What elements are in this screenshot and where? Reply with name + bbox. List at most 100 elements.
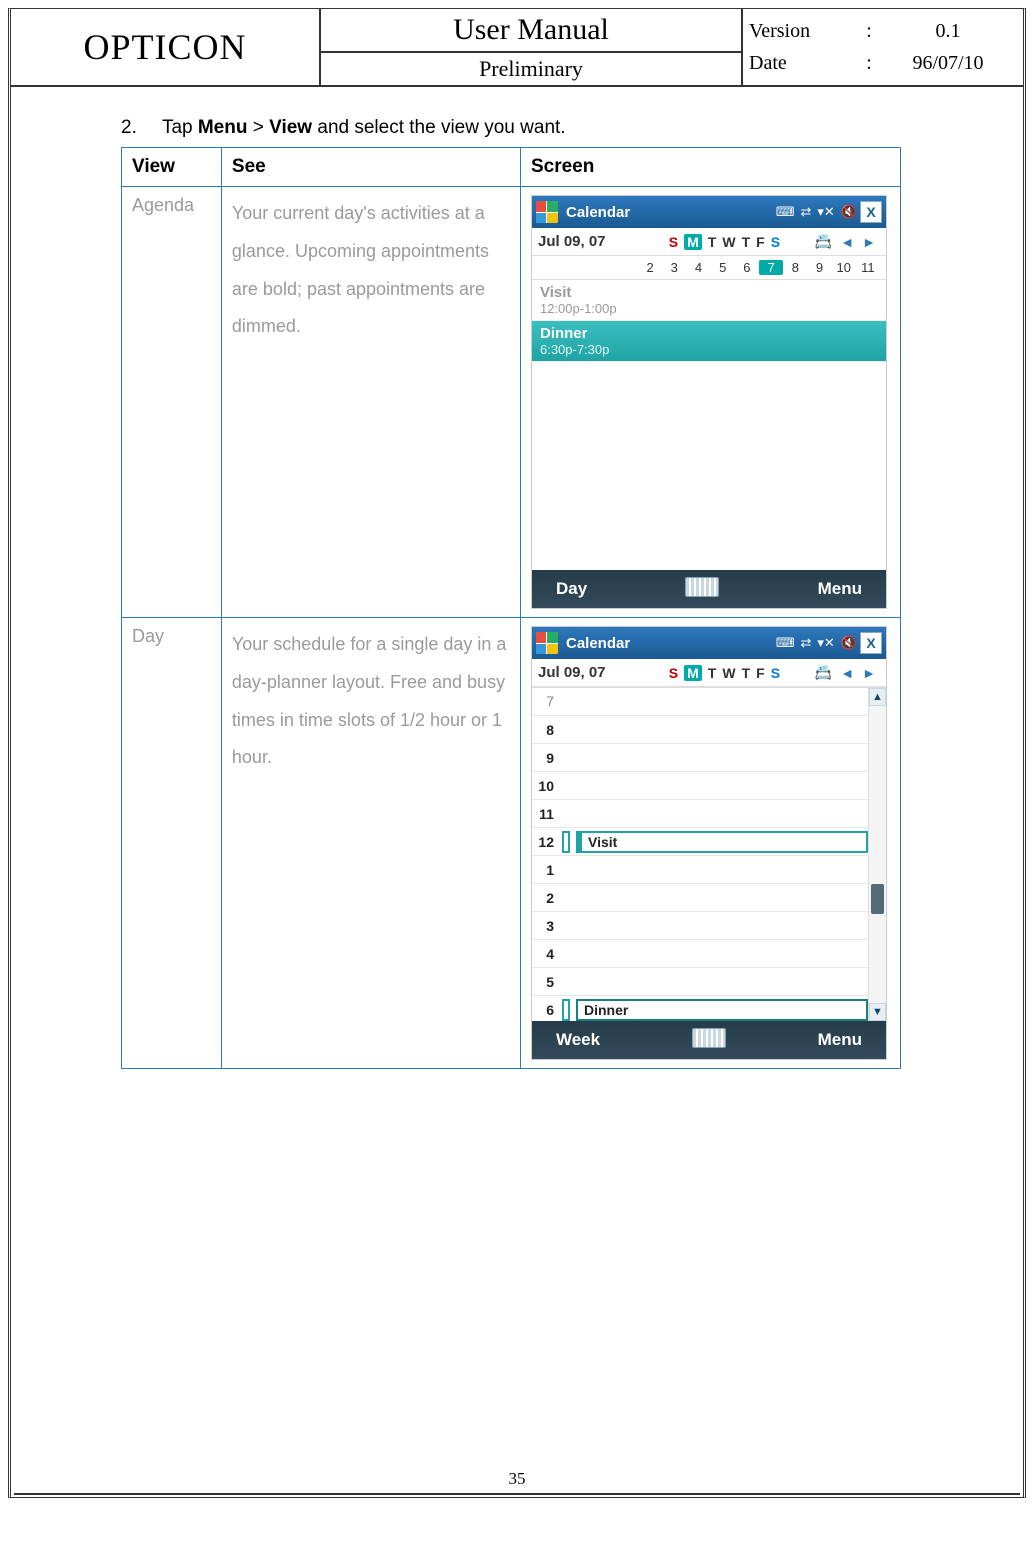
scrollbar[interactable]: ▲ ▼ [868,688,886,1021]
date-label: Jul 09, 07 [538,233,638,250]
weekday-wed[interactable]: W [722,234,735,250]
title-box: User Manual Preliminary [321,9,743,85]
weekday-row[interactable]: S M T W T F S [638,665,811,681]
agenda-item-upcoming[interactable]: Dinner 6:30p-7:30p [532,321,886,362]
row-agenda-view: Agenda [122,187,222,618]
row-agenda-see: Your current day's activities at a glanc… [221,187,520,618]
instruction-prefix: Tap [162,117,198,138]
instruction-view: View [269,117,312,138]
prev-arrow-icon[interactable]: ◄ [840,234,854,250]
app-name: Calendar [566,635,630,652]
next-arrow-icon[interactable]: ► [862,665,876,681]
day-num[interactable]: 4 [686,260,710,275]
hour-label: 8 [532,722,558,738]
goto-icon[interactable]: 📇 [815,233,832,250]
weekday-fri[interactable]: F [756,234,765,250]
next-arrow-icon[interactable]: ► [862,234,876,250]
meta-version-row: Version : 0.1 [749,15,1017,47]
instruction-menu: Menu [198,117,248,138]
weekday-sun[interactable]: S [669,665,678,681]
day-num[interactable]: 2 [638,260,662,275]
hour-label: 2 [532,890,558,906]
date-row: Jul 09, 07 S M T W T F S 📇 ◄ [532,659,886,687]
day-body: 7 8 9 10 11 12 Visit 1 2 3 [532,687,886,1021]
day-num[interactable]: 6 [735,260,759,275]
prev-arrow-icon[interactable]: ◄ [840,665,854,681]
scroll-track[interactable] [869,706,886,1003]
day-num[interactable]: 9 [807,260,831,275]
sync-icon: ⇄ [800,635,811,651]
day-num[interactable]: 11 [856,260,880,275]
day-num[interactable]: 3 [662,260,686,275]
agenda-item-time: 12:00p-1:00p [540,301,878,316]
soft-left[interactable]: Day [556,579,587,599]
header-screen: Screen [520,148,900,187]
table-row: Agenda Your current day's activities at … [122,187,901,618]
weekday-mon[interactable]: M [684,234,702,250]
agenda-item-time: 6:30p-7:30p [540,342,878,357]
keyboard-status-icon: ⌨ [776,204,795,220]
agenda-item-title: Dinner [540,325,878,342]
day-num[interactable]: 10 [832,260,856,275]
header-view: View [122,148,222,187]
hour-label: 3 [532,918,558,934]
row-agenda-screen: Calendar ⌨ ⇄ ▾✕ 🔇 X Jul 09, 07 S [520,187,900,618]
soft-right[interactable]: Menu [818,579,862,599]
meta-colon: : [859,20,879,43]
day-num[interactable]: 8 [783,260,807,275]
weekday-thu[interactable]: T [742,234,751,250]
start-icon[interactable] [536,632,558,654]
hour-label: 1 [532,862,558,878]
row-day-screen: Calendar ⌨ ⇄ ▾✕ 🔇 X Jul 09, 07 S [520,618,900,1069]
soft-right[interactable]: Menu [818,1030,862,1050]
weekday-row[interactable]: S M T W T F S [638,234,811,250]
busy-indicator [562,999,570,1021]
scroll-up-icon[interactable]: ▲ [869,688,886,706]
doc-subtitle: Preliminary [321,53,741,85]
weekday-sun[interactable]: S [669,234,678,250]
weekday-tue[interactable]: T [708,665,717,681]
keyboard-icon[interactable] [685,577,719,597]
page-number: 35 [11,1469,1023,1489]
sync-icon: ⇄ [800,204,811,220]
header-see: See [221,148,520,187]
bottom-rule [14,1493,1020,1495]
page: OPTICON User Manual Preliminary Version … [8,8,1026,1498]
title-bar: Calendar ⌨ ⇄ ▾✕ 🔇 X [532,627,886,659]
weekday-fri[interactable]: F [756,665,765,681]
close-button[interactable]: X [860,201,882,223]
instruction-number: 2. [121,117,157,139]
keyboard-icon[interactable] [692,1028,726,1048]
app-name: Calendar [566,204,630,221]
scroll-thumb[interactable] [871,884,884,914]
weekday-tue[interactable]: T [708,234,717,250]
busy-indicator [562,831,570,853]
event-dinner[interactable]: Dinner [576,999,868,1021]
weekday-sat[interactable]: S [771,234,780,250]
weekday-mon[interactable]: M [684,665,702,681]
meta-date-value: 96/07/10 [879,52,1017,75]
day-num-selected[interactable]: 7 [759,260,783,275]
agenda-item-past[interactable]: Visit 12:00p-1:00p [532,280,886,321]
close-button[interactable]: X [860,632,882,654]
instruction-suffix: and select the view you want. [312,117,565,138]
event-visit[interactable]: Visit [576,831,868,853]
day-num[interactable]: 5 [711,260,735,275]
weekday-wed[interactable]: W [722,665,735,681]
soft-left[interactable]: Week [556,1030,600,1050]
date-row: Jul 09, 07 S M T W T F S 📇 ◄ [532,228,886,256]
date-label: Jul 09, 07 [538,664,638,681]
meta-date-label: Date [749,52,859,75]
weekday-thu[interactable]: T [742,665,751,681]
day-screenshot: Calendar ⌨ ⇄ ▾✕ 🔇 X Jul 09, 07 S [531,626,887,1060]
instruction-mid: > [247,117,269,138]
keyboard-status-icon: ⌨ [776,635,795,651]
weekday-sat[interactable]: S [771,665,780,681]
start-icon[interactable] [536,201,558,223]
scroll-down-icon[interactable]: ▼ [869,1003,886,1021]
day-number-row: 2 3 4 5 6 7 8 9 10 11 [532,256,886,280]
agenda-body: Visit 12:00p-1:00p Dinner 6:30p-7:30p [532,280,886,570]
goto-icon[interactable]: 📇 [815,664,832,681]
content: 2. Tap Menu > View and select the view y… [11,87,1023,1089]
hour-label: 6 [532,1002,558,1018]
